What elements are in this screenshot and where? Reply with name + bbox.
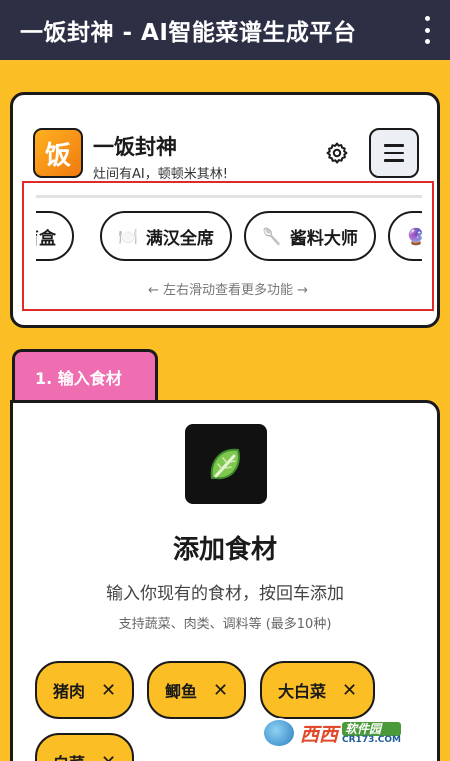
divider — [36, 195, 422, 198]
chip-label: 满汉全席 — [145, 228, 214, 249]
chip-label: 盲盒 — [36, 228, 56, 249]
ingredient-tag[interactable]: 猪肉 ✕ — [35, 661, 135, 719]
ingredient-tag[interactable]: 白菜 ✕ — [35, 733, 135, 761]
section-title: 添加食材 — [172, 535, 277, 565]
site-watermark: 西西 软件园 CR173.COM — [262, 716, 430, 750]
feature-chip-banquet[interactable]: 🍽️ 满汉全席 — [100, 211, 232, 261]
feature-chip-sauce-master[interactable]: 🥄 酱料大师 — [244, 211, 376, 261]
menu-button[interactable] — [369, 128, 419, 178]
remove-icon[interactable]: ✕ — [101, 752, 116, 761]
gear-icon[interactable] — [325, 141, 349, 165]
feature-scroll-area[interactable]: 盲盒 🍽️ 满汉全席 🥄 酱料大师 🔮 ← 左右滑动查看更多功能 → — [22, 181, 434, 311]
ingredient-label: 猪肉 — [53, 682, 86, 701]
app-title: 一饭封神 - AI智能菜谱生成平台 — [20, 20, 357, 46]
logo: 饭 — [33, 128, 83, 178]
ingredient-tag[interactable]: 鲫鱼 ✕ — [147, 661, 247, 719]
leafy-green-icon — [185, 424, 267, 504]
chip-label: 酱料大师 — [289, 228, 358, 249]
plate-icon: 🍽️ — [118, 226, 138, 246]
more-options-icon[interactable] — [422, 16, 432, 44]
ingredient-tag[interactable]: 大白菜 ✕ — [260, 661, 376, 719]
watermark-suffix: 软件园 — [342, 721, 401, 736]
watermark-logo-icon — [262, 718, 296, 748]
remove-icon[interactable]: ✕ — [101, 680, 116, 701]
ingredient-label: 大白菜 — [278, 682, 327, 701]
section-note: 支持蔬菜、肉类、调料等 (最多10种) — [118, 617, 332, 632]
ingredient-label: 白菜 — [53, 750, 85, 761]
feature-chip-crystal-ball[interactable]: 🔮 — [388, 211, 422, 261]
feature-chip-row[interactable]: 盲盒 🍽️ 满汉全席 🥄 酱料大师 🔮 — [36, 211, 422, 263]
section-subtitle: 输入你现有的食材，按回车添加 — [106, 584, 344, 604]
header-card: 饭 一饭封神 灶间有AI，顿顿米其林! 盲盒 🍽️ 满汉全席 🥄 酱料大师 🔮 — [10, 92, 440, 328]
app-title-bar: 一饭封神 - AI智能菜谱生成平台 — [0, 0, 450, 60]
ingredient-label: 鲫鱼 — [165, 682, 198, 701]
remove-icon[interactable]: ✕ — [342, 680, 357, 701]
brand-name: 一饭封神 — [93, 135, 177, 159]
scroll-hint: ← 左右滑动查看更多功能 → — [147, 283, 309, 298]
tab-input-ingredients[interactable]: 1. 输入食材 — [12, 349, 158, 401]
watermark-brand: 西西 — [300, 723, 339, 746]
feature-chip-blind-box[interactable]: 盲盒 — [36, 211, 74, 261]
watermark-domain: CR173.COM — [342, 734, 401, 745]
remove-icon[interactable]: ✕ — [213, 680, 228, 701]
spoon-icon: 🥄 — [262, 226, 282, 246]
crystal-ball-icon: 🔮 — [406, 226, 422, 246]
ingredients-card: 添加食材 输入你现有的食材，按回车添加 支持蔬菜、肉类、调料等 (最多10种) … — [10, 400, 440, 761]
brand-slogan: 灶间有AI，顿顿米其林! — [93, 167, 228, 182]
hamburger-icon — [384, 144, 404, 147]
